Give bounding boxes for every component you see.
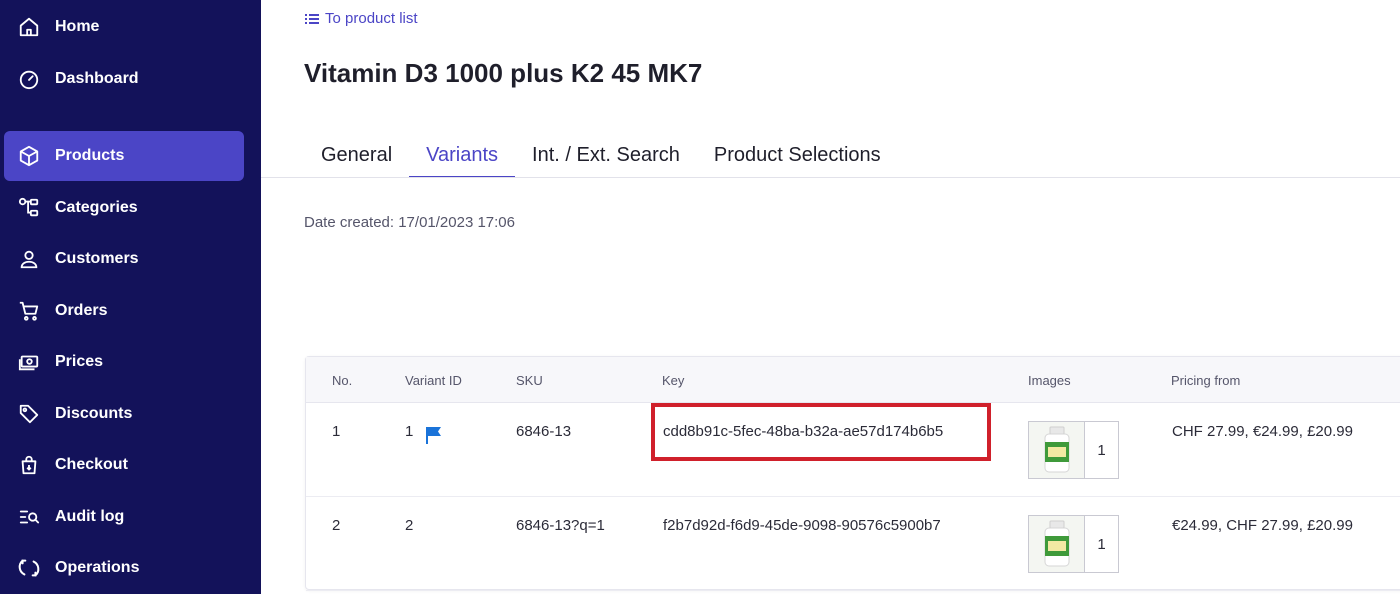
box-icon bbox=[16, 143, 42, 169]
cell-no: 1 bbox=[332, 423, 341, 440]
audit-icon bbox=[16, 504, 42, 530]
tab-bar: General Variants Int. / Ext. Search Prod… bbox=[304, 138, 898, 178]
column-header-no[interactable]: No. bbox=[332, 373, 352, 388]
sidebar-item-checkout[interactable]: Checkout bbox=[4, 440, 244, 490]
sidebar-item-discounts[interactable]: Discounts bbox=[4, 389, 244, 439]
sync-icon bbox=[16, 555, 42, 581]
sidebar-item-dashboard[interactable]: Dashboard bbox=[4, 54, 244, 104]
sidebar-item-label: Discounts bbox=[55, 405, 133, 422]
page-title: Vitamin D3 1000 plus K2 45 MK7 bbox=[304, 58, 703, 88]
cell-sku: 6846-13 bbox=[516, 423, 572, 440]
sidebar-item-label: Home bbox=[55, 18, 100, 35]
cell-no: 2 bbox=[332, 517, 341, 534]
sidebar-item-products[interactable]: Products bbox=[4, 131, 244, 181]
column-header-images[interactable]: Images bbox=[1028, 373, 1071, 388]
tab-product-selections[interactable]: Product Selections bbox=[697, 138, 898, 178]
cell-variant-id: 2 bbox=[405, 517, 414, 534]
bottle-image-icon bbox=[1044, 426, 1069, 473]
column-header-variant-id[interactable]: Variant ID bbox=[405, 373, 462, 388]
cell-variant-id: 1 bbox=[405, 423, 414, 440]
categories-icon bbox=[16, 195, 42, 221]
sidebar: Home Dashboard Products Categories Custo… bbox=[0, 0, 261, 594]
cell-pricing: €24.99, CHF 27.99, £20.99 bbox=[1172, 517, 1353, 534]
variant-images[interactable]: 1 bbox=[1028, 515, 1119, 573]
main-content: To product list Vitamin D3 1000 plus K2 … bbox=[261, 0, 1400, 594]
back-link-label: To product list bbox=[325, 10, 418, 27]
gauge-icon bbox=[16, 66, 42, 92]
sidebar-item-customers[interactable]: Customers bbox=[4, 234, 244, 284]
sidebar-item-label: Operations bbox=[55, 559, 140, 576]
sidebar-item-home[interactable]: Home bbox=[4, 2, 244, 52]
tabs-divider bbox=[261, 177, 1400, 178]
app-root: Home Dashboard Products Categories Custo… bbox=[0, 0, 1400, 594]
cell-key: f2b7d92d-f6d9-45de-9098-90576c5900b7 bbox=[663, 517, 941, 534]
sidebar-item-label: Checkout bbox=[55, 456, 128, 473]
sidebar-item-orders[interactable]: Orders bbox=[4, 286, 244, 336]
sidebar-item-label: Dashboard bbox=[55, 70, 139, 87]
column-header-pricing[interactable]: Pricing from bbox=[1171, 373, 1240, 388]
image-count: 1 bbox=[1097, 441, 1106, 459]
cell-pricing: CHF 27.99, €24.99, £20.99 bbox=[1172, 423, 1353, 440]
cart-icon bbox=[16, 298, 42, 324]
tab-general[interactable]: General bbox=[304, 138, 409, 178]
table-header: No. Variant ID SKU Key Images Pricing fr… bbox=[306, 357, 1400, 403]
image-count: 1 bbox=[1097, 535, 1106, 553]
date-created: Date created: 17/01/2023 17:06 bbox=[304, 214, 515, 231]
tab-variants[interactable]: Variants bbox=[409, 138, 516, 178]
tag-icon bbox=[16, 401, 42, 427]
sidebar-item-label: Categories bbox=[55, 199, 138, 216]
product-thumbnail[interactable] bbox=[1029, 516, 1085, 572]
variant-images[interactable]: 1 bbox=[1028, 421, 1119, 479]
sidebar-item-label: Products bbox=[55, 147, 125, 164]
cell-sku: 6846-13?q=1 bbox=[516, 517, 605, 534]
cell-key: cdd8b91c-5fec-48ba-b32a-ae57d174b6b5 bbox=[663, 423, 944, 440]
tab-int-ext-search[interactable]: Int. / Ext. Search bbox=[515, 138, 697, 178]
master-variant-flag-icon bbox=[426, 427, 441, 444]
sidebar-item-operations[interactable]: Operations bbox=[4, 543, 244, 593]
list-icon bbox=[305, 13, 319, 25]
variants-table: No. Variant ID SKU Key Images Pricing fr… bbox=[305, 356, 1400, 591]
table-row[interactable]: 1 1 6846-13 cdd8b91c-5fec-48ba-b32a-ae57… bbox=[306, 403, 1400, 497]
column-header-sku[interactable]: SKU bbox=[516, 373, 543, 388]
checkout-icon bbox=[16, 452, 42, 478]
sidebar-item-label: Orders bbox=[55, 302, 108, 319]
home-icon bbox=[16, 14, 42, 40]
sidebar-item-label: Audit log bbox=[55, 508, 125, 525]
user-icon bbox=[16, 246, 42, 272]
sidebar-item-label: Customers bbox=[55, 250, 139, 267]
money-icon bbox=[16, 349, 42, 375]
sidebar-item-prices[interactable]: Prices bbox=[4, 337, 244, 387]
bottle-image-icon bbox=[1044, 520, 1069, 567]
sidebar-item-audit-log[interactable]: Audit log bbox=[4, 492, 244, 542]
product-thumbnail[interactable] bbox=[1029, 422, 1085, 478]
back-to-product-list-link[interactable]: To product list bbox=[305, 10, 418, 27]
column-header-key[interactable]: Key bbox=[662, 373, 684, 388]
sidebar-item-label: Prices bbox=[55, 353, 104, 370]
sidebar-item-categories[interactable]: Categories bbox=[4, 183, 244, 233]
table-row[interactable]: 2 2 6846-13?q=1 f2b7d92d-f6d9-45de-9098-… bbox=[306, 497, 1400, 591]
